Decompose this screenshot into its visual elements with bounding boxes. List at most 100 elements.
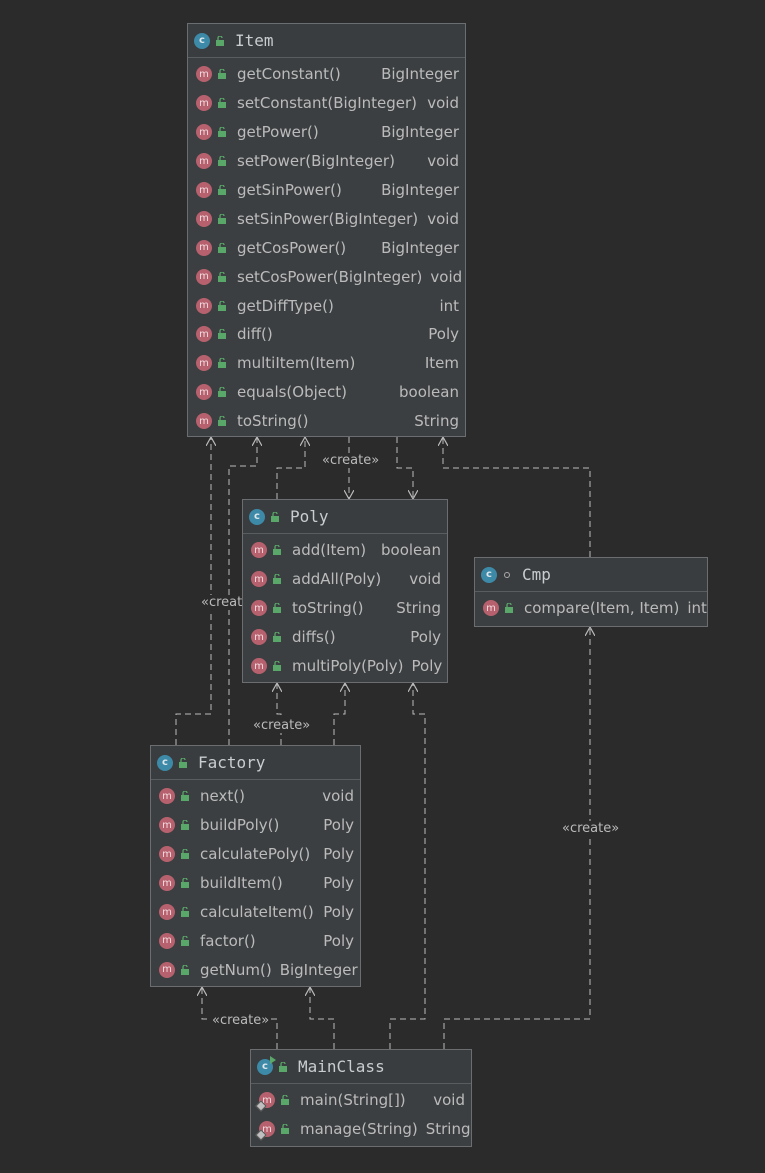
method-row[interactable]: m getCosPower() BigInteger: [188, 233, 465, 262]
method-signature: compare(Item, Item): [524, 599, 680, 618]
public-lock-icon: [181, 820, 189, 831]
return-type: void: [433, 1091, 465, 1110]
method-row[interactable]: m main(String[]) void: [251, 1086, 471, 1115]
create-label-main-cmp: «create»: [561, 821, 621, 836]
method-signature: main(String[]): [300, 1091, 406, 1110]
return-type: boolean: [381, 541, 441, 560]
method-row[interactable]: m getConstant() BigInteger: [188, 60, 465, 89]
method-row[interactable]: m multiPoly(Poly) Poly: [243, 652, 447, 681]
class-icon: c: [157, 754, 173, 771]
edge-poly-item: [276, 437, 305, 499]
public-lock-icon: [273, 661, 281, 671]
method-row[interactable]: m getPower() BigInteger: [188, 118, 465, 147]
edge-main-poly: [389, 683, 426, 1049]
method-row[interactable]: m toString() String: [243, 594, 447, 623]
method-signature: getDiffType(): [237, 296, 334, 315]
method-row[interactable]: m setSinPower(BigInteger) void: [188, 204, 465, 233]
class-name: Factory: [198, 753, 266, 772]
edge-main-factory-b: [310, 987, 335, 1049]
class-header: c Cmp: [475, 558, 707, 592]
method-row[interactable]: m setPower(BigInteger) void: [188, 147, 465, 176]
method-row[interactable]: m equals(Object) boolean: [188, 378, 465, 407]
method-row[interactable]: m buildPoly() Poly: [151, 811, 360, 840]
return-type: Poly: [323, 845, 354, 864]
class-name: Item: [235, 31, 274, 50]
public-lock-icon: [181, 935, 189, 946]
method-signature: setCosPower(BigInteger): [237, 267, 423, 286]
member-list: m main(String[]) void m manage(String) String: [251, 1084, 471, 1144]
method-signature: calculatePoly(): [200, 845, 311, 864]
method-row[interactable]: m compare(Item, Item) int: [475, 594, 707, 623]
method-row[interactable]: m add(Item) boolean: [243, 536, 447, 565]
class-box-item[interactable]: c Item m getConstant() BigInteger m setConst…: [187, 23, 466, 437]
method-signature: toString(): [292, 599, 364, 618]
class-header: c MainClass: [251, 1050, 471, 1084]
public-lock-icon: [181, 849, 189, 860]
method-icon: m: [483, 600, 499, 617]
method-row[interactable]: m toString() String: [188, 407, 465, 436]
method-icon: m: [159, 961, 175, 978]
return-type: void: [427, 94, 459, 113]
class-header: c Poly: [243, 500, 447, 534]
method-signature: getNum(): [200, 960, 272, 979]
method-row[interactable]: m addAll(Poly) void: [243, 565, 447, 594]
public-lock-icon: [281, 1095, 289, 1106]
public-lock-icon: [218, 69, 226, 80]
return-type: boolean: [399, 383, 459, 402]
method-row[interactable]: m buildItem() Poly: [151, 869, 360, 898]
method-row[interactable]: m calculateItem() Poly: [151, 898, 360, 927]
method-icon: m: [251, 629, 267, 646]
class-name: MainClass: [298, 1057, 385, 1076]
class-header: c Item: [188, 24, 465, 58]
method-row[interactable]: m setConstant(BigInteger) void: [188, 89, 465, 118]
public-lock-icon: [181, 907, 189, 917]
static-method-icon: m: [259, 1092, 275, 1109]
return-type: Poly: [323, 903, 354, 921]
method-icon: m: [196, 210, 212, 227]
return-type: Poly: [323, 931, 354, 950]
class-header: c Factory: [151, 746, 360, 780]
class-box-mainclass[interactable]: c MainClass m main(String[]) void m manage(S…: [250, 1049, 472, 1147]
return-type: Poly: [323, 874, 354, 893]
public-lock-icon: [181, 964, 189, 975]
method-row[interactable]: m next() void: [151, 782, 360, 811]
method-icon: m: [251, 571, 267, 588]
method-row[interactable]: m diff() Poly: [188, 320, 465, 349]
return-type: Poly: [428, 325, 459, 344]
method-icon: m: [196, 95, 212, 112]
public-lock-icon: [218, 271, 226, 282]
method-icon: m: [196, 239, 212, 256]
class-name: Cmp: [522, 565, 551, 584]
method-row[interactable]: m manage(String) String: [251, 1115, 471, 1144]
method-row[interactable]: m getSinPower() BigInteger: [188, 176, 465, 205]
method-signature: getCosPower(): [237, 238, 347, 257]
return-type: Poly: [411, 657, 443, 675]
class-box-poly[interactable]: c Poly m add(Item) boolean m addAll(Poly) voi…: [242, 499, 448, 683]
method-row[interactable]: m setCosPower(BigInteger) void: [188, 262, 465, 291]
class-icon: c: [481, 566, 497, 583]
public-lock-icon: [218, 185, 226, 195]
class-box-cmp[interactable]: c Cmp m compare(Item, Item) int: [474, 557, 708, 627]
public-lock-icon: [218, 156, 226, 167]
public-lock-icon: [181, 878, 189, 889]
method-icon: m: [159, 846, 175, 863]
method-row[interactable]: m calculatePoly() Poly: [151, 840, 360, 869]
public-lock-icon: [218, 329, 226, 340]
return-type: Poly: [323, 816, 354, 835]
method-icon: m: [196, 413, 212, 430]
return-type: void: [322, 787, 354, 806]
method-row[interactable]: m diffs() Poly: [243, 623, 447, 652]
method-row[interactable]: m multiItem(Item) Item: [188, 349, 465, 378]
method-row[interactable]: m factor() Poly: [151, 926, 360, 955]
method-signature: factor(): [200, 931, 256, 950]
public-lock-icon: [218, 358, 226, 369]
public-lock-icon: [218, 213, 226, 224]
method-row[interactable]: m getNum() BigInteger: [151, 955, 360, 984]
method-icon: m: [196, 182, 212, 198]
method-signature: toString(): [237, 412, 309, 431]
method-row[interactable]: m getDiffType() int: [188, 291, 465, 320]
class-box-factory[interactable]: c Factory m next() void m buildPoly() Poly m ca…: [150, 745, 361, 987]
method-signature: diffs(): [292, 628, 336, 647]
public-lock-icon: [181, 791, 189, 802]
member-list: m getConstant() BigInteger m setConstant(Big…: [188, 58, 465, 436]
